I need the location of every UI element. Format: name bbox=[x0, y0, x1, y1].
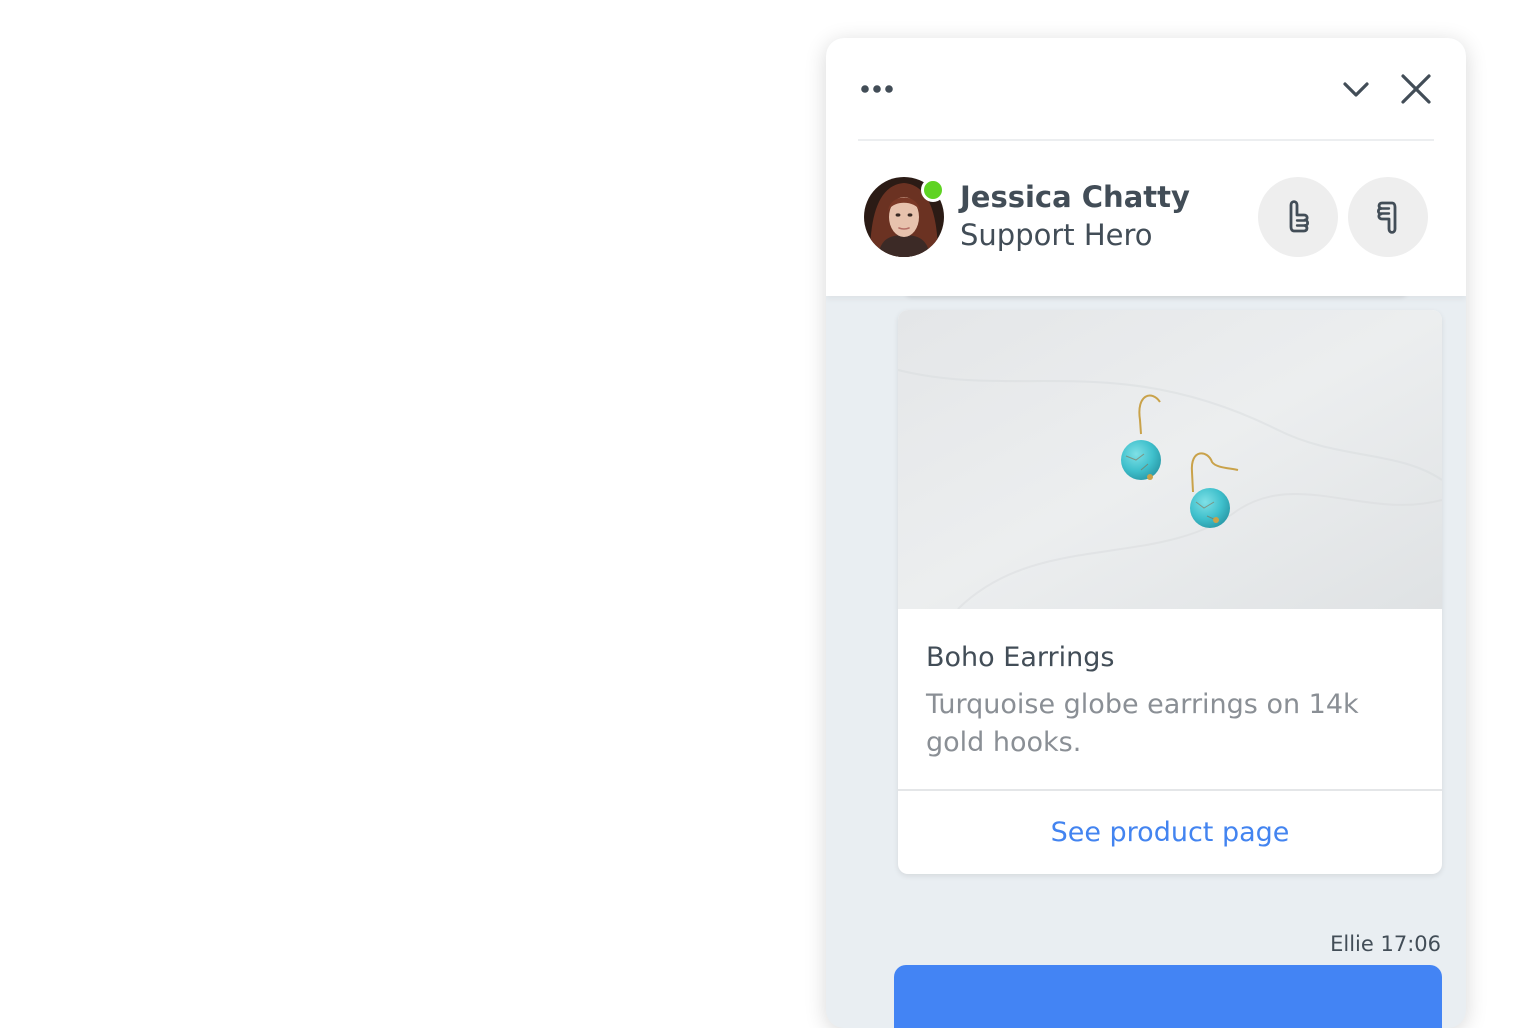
product-description: Turquoise globe earrings on 14k gold hoo… bbox=[926, 689, 1359, 758]
see-product-page-link[interactable]: See product page bbox=[898, 791, 1442, 874]
agent-name: Jessica Chatty bbox=[960, 180, 1190, 214]
agent-role: Support Hero bbox=[960, 218, 1153, 252]
message-meta: Ellie 17:06 bbox=[1330, 932, 1441, 956]
user-message-bubble bbox=[894, 965, 1442, 1028]
product-image[interactable] bbox=[898, 310, 1442, 610]
product-card: Boho Earrings Turquoise globe earrings o… bbox=[898, 310, 1442, 874]
thumbs-down-icon bbox=[1376, 201, 1397, 234]
more-options-button[interactable] bbox=[856, 74, 900, 104]
header-divider bbox=[858, 139, 1434, 141]
more-horizontal-icon bbox=[861, 85, 893, 93]
chat-header: Jessica Chatty Support Hero bbox=[826, 38, 1466, 296]
chevron-down-icon bbox=[1343, 82, 1369, 97]
minimize-button[interactable] bbox=[1336, 72, 1376, 106]
chat-widget: Jessica Chatty Support Hero Boho Earring… bbox=[826, 38, 1466, 1028]
rate-positive-button[interactable] bbox=[1258, 177, 1338, 257]
product-title: Boho Earrings bbox=[926, 642, 1115, 673]
thumbs-up-icon bbox=[1289, 200, 1310, 233]
close-button[interactable] bbox=[1394, 70, 1438, 108]
close-icon bbox=[1401, 74, 1431, 104]
rate-negative-button[interactable] bbox=[1348, 177, 1428, 257]
online-status-dot bbox=[921, 178, 945, 202]
